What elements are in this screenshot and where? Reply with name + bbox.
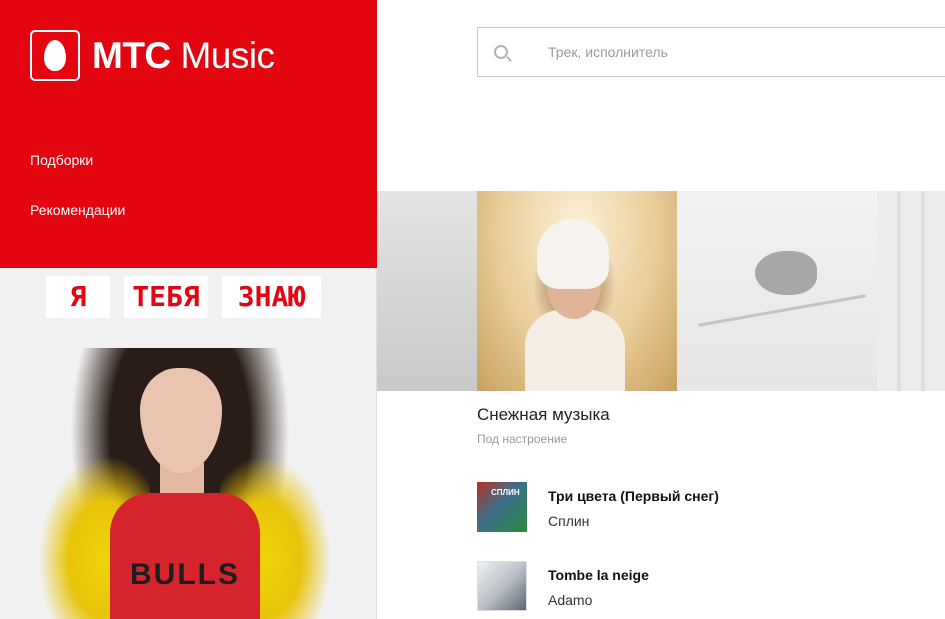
promo-word-tebya: ТЕБЯ (124, 276, 208, 318)
logo-text: МТС Music (92, 37, 275, 74)
mts-egg-logo-icon (30, 30, 80, 81)
search-box[interactable] (477, 27, 945, 77)
promo-banner[interactable]: Я ТЕБЯ ЗНАЮ BULLS (0, 268, 377, 619)
carousel-tile-rain[interactable] (377, 191, 477, 391)
track-artist[interactable]: Сплин (548, 513, 589, 529)
search-input[interactable] (548, 28, 945, 76)
track-title[interactable]: Tombe la neige (548, 567, 649, 583)
mts-music-logo[interactable]: МТС Music (30, 30, 275, 81)
sidebar-item-recommendations[interactable]: Рекомендации (30, 200, 125, 250)
track-cover-label: СПЛИН (491, 488, 520, 497)
playlist-carousel[interactable] (377, 191, 945, 391)
track-cover[interactable] (477, 561, 527, 611)
track-cover[interactable]: СПЛИН (477, 482, 527, 532)
carousel-tile-bullfinch[interactable] (677, 191, 877, 391)
bird (755, 251, 817, 295)
girl-scarf (525, 309, 625, 391)
sidebar-nav: Подборки Рекомендации (30, 150, 125, 250)
playlist-subtitle: Под настроение (477, 432, 568, 446)
track-title[interactable]: Три цвета (Первый снег) (548, 488, 719, 504)
branch (698, 294, 866, 327)
carousel-tile-wood[interactable] (877, 191, 945, 391)
promo-word-ya: Я (46, 276, 110, 318)
playlist-title[interactable]: Снежная музыка (477, 405, 610, 425)
promo-artist-shirt (110, 493, 260, 619)
logo-brand-bold: МТС (92, 35, 171, 76)
girl-hat (537, 219, 609, 289)
sidebar-item-collections[interactable]: Подборки (30, 150, 125, 200)
promo-word-znayu: ЗНАЮ (222, 276, 321, 318)
sidebar: МТС Music Подборки Рекомендации (0, 0, 377, 268)
promo-shirt-text: BULLS (130, 558, 240, 591)
search-icon[interactable] (494, 45, 508, 59)
track-row[interactable]: Tombe la neige Adamo (477, 561, 945, 611)
logo-brand-light: Music (180, 35, 275, 76)
track-row[interactable]: СПЛИН Три цвета (Первый снег) Сплин (477, 482, 945, 532)
carousel-tile-snow-girl[interactable] (477, 191, 677, 391)
track-artist[interactable]: Adamo (548, 592, 592, 608)
